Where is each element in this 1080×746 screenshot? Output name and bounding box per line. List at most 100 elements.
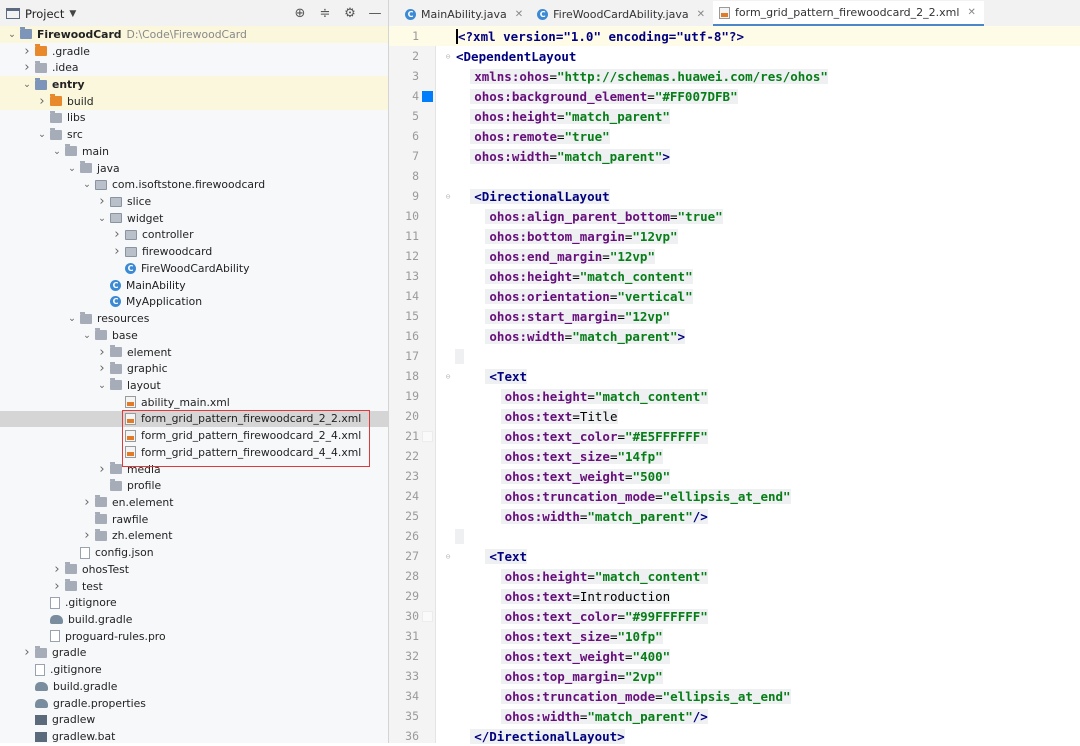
- tree-item[interactable]: › controller: [0, 227, 388, 244]
- tree-item[interactable]: ⌄ entry: [0, 76, 388, 93]
- tree-item[interactable]: › slice: [0, 193, 388, 210]
- line-number: 6: [412, 129, 419, 143]
- editor-tab[interactable]: form_grid_pattern_firewoodcard_2_2.xml ✕: [713, 1, 984, 27]
- tree-item-label: gradlew: [52, 713, 96, 727]
- chevron-down-icon[interactable]: ▼: [69, 9, 76, 19]
- tree-item[interactable]: ⌄ java: [0, 160, 388, 177]
- editor-tab[interactable]: C MainAbility.java ✕: [399, 1, 531, 27]
- tree-item[interactable]: proguard-rules.pro: [0, 628, 388, 645]
- tree-item[interactable]: ⌄ main: [0, 143, 388, 160]
- folder-icon: [95, 328, 107, 341]
- tree-item[interactable]: ⌄ com.isoftstone.firewoodcard: [0, 176, 388, 193]
- chevron-down-icon[interactable]: ⌄: [66, 163, 78, 174]
- code-token: =: [556, 128, 565, 144]
- chevron-right-icon[interactable]: ›: [111, 244, 123, 259]
- tree-item[interactable]: form_grid_pattern_firewoodcard_4_4.xml: [0, 444, 388, 461]
- chevron-right-icon[interactable]: ›: [81, 528, 93, 543]
- chevron-right-icon[interactable]: ›: [111, 227, 123, 242]
- color-swatch-icon[interactable]: [422, 431, 433, 442]
- gutter-marker: [419, 66, 435, 86]
- gutter-marker: [419, 586, 435, 606]
- tree-item[interactable]: profile: [0, 477, 388, 494]
- chevron-right-icon[interactable]: ›: [81, 495, 93, 510]
- chevron-right-icon[interactable]: ›: [21, 645, 33, 660]
- chevron-down-icon[interactable]: ⌄: [66, 313, 78, 324]
- tree-item[interactable]: › graphic: [0, 360, 388, 377]
- chevron-down-icon[interactable]: ⌄: [81, 330, 93, 341]
- fold-icon[interactable]: ⊖: [441, 192, 455, 201]
- tree-item[interactable]: C MyApplication: [0, 294, 388, 311]
- code-token: =: [647, 88, 655, 104]
- chevron-right-icon[interactable]: ›: [21, 44, 33, 59]
- tree-item[interactable]: build.gradle: [0, 678, 388, 695]
- tree-item[interactable]: gradlew.bat: [0, 728, 388, 743]
- chevron-down-icon[interactable]: ⌄: [36, 129, 48, 140]
- tree-item[interactable]: ⌄ resources: [0, 310, 388, 327]
- chevron-right-icon[interactable]: ›: [51, 579, 63, 594]
- gutter-marker: [419, 26, 435, 46]
- project-view-selector[interactable]: Project: [25, 7, 64, 21]
- tree-item[interactable]: libs: [0, 110, 388, 127]
- tree-item[interactable]: rawfile: [0, 511, 388, 528]
- tree-item-label: .gitignore: [65, 596, 117, 610]
- gear-icon[interactable]: ⚙: [343, 6, 357, 21]
- chevron-down-icon[interactable]: ⌄: [96, 380, 108, 391]
- close-icon[interactable]: ✕: [515, 9, 523, 20]
- hide-panel-icon[interactable]: —: [368, 6, 382, 21]
- chevron-down-icon[interactable]: ⌄: [81, 179, 93, 190]
- tree-item-label: gradle: [52, 646, 87, 660]
- code-token: "ellipsis_at_end": [662, 688, 791, 704]
- tree-item[interactable]: config.json: [0, 544, 388, 561]
- tree-item[interactable]: gradlew: [0, 711, 388, 728]
- tree-item[interactable]: ⌄ widget: [0, 210, 388, 227]
- chevron-down-icon[interactable]: ⌄: [96, 213, 108, 224]
- tree-item[interactable]: .gitignore: [0, 594, 388, 611]
- close-icon[interactable]: ✕: [967, 7, 975, 18]
- chevron-down-icon[interactable]: ⌄: [21, 79, 33, 90]
- tree-item[interactable]: › firewoodcard: [0, 243, 388, 260]
- tree-item[interactable]: gradle.properties: [0, 695, 388, 712]
- tree-item[interactable]: › .idea: [0, 59, 388, 76]
- tree-item[interactable]: › en.element: [0, 494, 388, 511]
- tree-item[interactable]: C MainAbility: [0, 277, 388, 294]
- tree-item[interactable]: C FireWoodCardAbility: [0, 260, 388, 277]
- chevron-right-icon[interactable]: ›: [96, 194, 108, 209]
- close-icon[interactable]: ✕: [697, 9, 705, 20]
- code-text: <DependentLayout: [455, 49, 576, 64]
- tree-item[interactable]: ability_main.xml: [0, 394, 388, 411]
- tree-item[interactable]: form_grid_pattern_firewoodcard_2_2.xml: [0, 410, 388, 428]
- tree-item[interactable]: form_grid_pattern_firewoodcard_2_4.xml: [0, 427, 388, 444]
- fold-icon[interactable]: ⊖: [441, 372, 455, 381]
- tree-item[interactable]: › build: [0, 92, 388, 110]
- tree-item[interactable]: › element: [0, 344, 388, 361]
- tree-item[interactable]: ⌄ layout: [0, 377, 388, 394]
- tree-item[interactable]: › test: [0, 578, 388, 595]
- editor-tab[interactable]: C FireWoodCardAbility.java ✕: [531, 1, 713, 27]
- color-swatch-icon[interactable]: [422, 611, 433, 622]
- tree-item[interactable]: ⌄ base: [0, 327, 388, 344]
- tree-item[interactable]: ⌄ FirewoodCard D:\Code\FirewoodCard: [0, 26, 388, 43]
- tree-item[interactable]: › gradle: [0, 645, 388, 662]
- tree-item[interactable]: .gitignore: [0, 661, 388, 678]
- color-swatch-icon[interactable]: [422, 91, 433, 102]
- tree-item[interactable]: › ohosTest: [0, 561, 388, 578]
- chevron-right-icon[interactable]: ›: [96, 361, 108, 376]
- tree-item[interactable]: › media: [0, 461, 388, 478]
- tree-item[interactable]: ⌄ src: [0, 126, 388, 143]
- tree-item[interactable]: build.gradle: [0, 611, 388, 628]
- chevron-down-icon[interactable]: ⌄: [51, 146, 63, 157]
- chevron-right-icon[interactable]: ›: [21, 60, 33, 75]
- chevron-right-icon[interactable]: ›: [96, 345, 108, 360]
- chevron-right-icon[interactable]: ›: [96, 462, 108, 477]
- tree-item[interactable]: › zh.element: [0, 528, 388, 545]
- locate-icon[interactable]: ⊕: [293, 6, 307, 21]
- tree-item[interactable]: › .gradle: [0, 43, 388, 60]
- fold-icon[interactable]: ⊖: [441, 52, 455, 61]
- fold-icon[interactable]: ⊖: [441, 552, 455, 561]
- collapse-all-icon[interactable]: ≑: [318, 6, 332, 21]
- chevron-right-icon[interactable]: ›: [51, 562, 63, 577]
- code-area[interactable]: 1 <?xml version="1.0" encoding="utf-8"?> 2…: [389, 26, 1080, 744]
- chevron-right-icon[interactable]: ›: [36, 94, 48, 109]
- project-tree: ⌄ FirewoodCard D:\Code\FirewoodCard › .gradl…: [0, 26, 388, 743]
- chevron-down-icon[interactable]: ⌄: [6, 29, 18, 40]
